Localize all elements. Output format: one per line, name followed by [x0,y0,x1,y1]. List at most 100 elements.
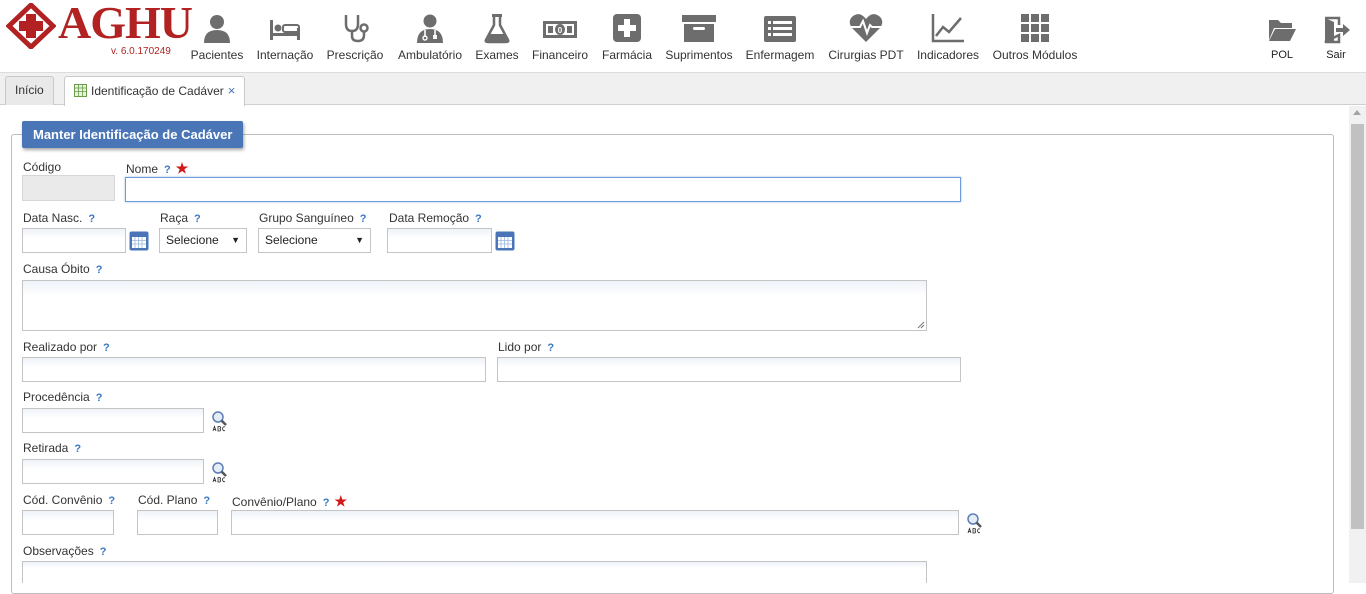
procedencia-label: Procedência? [23,390,103,404]
menu-indicadores[interactable]: Indicadores [914,12,982,68]
required-star-icon: ★ [334,493,348,509]
raca-select[interactable]: Selecione ▼ [159,228,247,253]
menu-label: Outros Módulos [992,48,1078,62]
help-icon[interactable]: ? [96,392,103,404]
menu-label: POL [1270,49,1293,61]
help-icon[interactable]: ? [164,164,171,176]
menu-label: Ambulatório [397,48,463,62]
hospital-cross-icon [6,3,56,49]
line-chart-icon [931,14,964,43]
observacoes-label: Observações? [23,544,107,558]
realizado-por-label: Realizado por? [23,340,110,354]
cod-plano-input[interactable] [137,510,218,535]
menu-sair[interactable]: Sair [1318,16,1354,72]
required-star-icon: ★ [175,160,189,176]
help-icon[interactable]: ? [360,213,367,225]
help-icon[interactable]: ? [475,213,482,225]
nome-label: Nome? ★ [126,160,189,176]
app-version: v. 6.0.170249 [111,46,171,57]
menu-label: Financeiro [531,48,589,62]
menu-internacao[interactable]: Internação [255,12,315,68]
cod-convenio-input[interactable] [22,510,114,535]
convenio-plano-input[interactable] [231,510,959,535]
menu-label: Internação [256,48,314,62]
procedencia-input[interactable] [22,408,204,433]
help-icon[interactable]: ? [96,264,103,276]
cod-plano-label: Cód. Plano? [138,493,211,507]
menu-pacientes[interactable]: Pacientes [188,12,246,68]
data-nasc-label: Data Nasc.? [23,211,96,225]
menu-pol[interactable]: POL [1262,16,1302,72]
dropdown-arrow-icon: ▼ [355,235,364,245]
scroll-thumb[interactable] [1351,124,1364,529]
resize-grip-icon[interactable] [917,321,925,329]
help-icon[interactable]: ? [103,342,110,354]
codigo-label: Código [23,160,62,174]
menu-exames[interactable]: Exames [474,12,520,68]
help-icon[interactable]: ? [88,213,95,225]
retirada-input[interactable] [22,459,204,484]
search-lookup-icon[interactable] [211,461,231,483]
menu-label: Prescrição [326,48,384,62]
menu-label: Enfermagem [745,48,815,62]
app-name: AGHU [58,0,193,48]
tab-identificacao-cadaver[interactable]: Identificação de Cadáver × [64,76,246,106]
help-icon[interactable]: ? [194,213,201,225]
user-icon [204,15,230,43]
data-nasc-input[interactable] [22,228,126,253]
bed-icon [270,20,300,40]
money-icon: 0 [543,21,577,38]
tab-label: Identificação de Cadáver [91,84,224,98]
help-icon[interactable]: ? [100,546,107,558]
calendar-icon[interactable] [129,231,149,251]
doctor-icon [417,14,443,43]
retirada-label: Retirada? [23,441,82,455]
help-icon[interactable]: ? [108,495,115,507]
menu-ambulatorio[interactable]: Ambulatório [396,12,464,68]
help-icon[interactable]: ? [323,497,330,509]
tab-strip: Início Identificação de Cadáver × [0,72,1366,106]
observacoes-textarea[interactable] [22,561,927,583]
grupo-sanguineo-select[interactable]: Selecione ▼ [258,228,371,253]
realizado-por-input[interactable] [22,357,486,382]
search-lookup-icon[interactable] [211,410,231,432]
top-navigation-bar: AGHU v. 6.0.170249 Pacientes Internação … [0,0,1366,72]
menu-enfermagem[interactable]: Enfermagem [744,12,816,68]
heartbeat-icon [849,14,883,42]
stethoscope-icon [344,15,369,43]
tab-inicio[interactable]: Início [5,76,54,105]
menu-outros-modulos[interactable]: Outros Módulos [990,12,1080,68]
help-icon[interactable]: ? [74,443,81,455]
aghu-logo[interactable]: AGHU v. 6.0.170249 [6,0,193,61]
vertical-scrollbar[interactable] [1349,106,1366,583]
form-title: Manter Identificação de Cadáver [22,121,244,148]
search-lookup-icon[interactable] [966,512,986,534]
causa-obito-label: Causa Óbito? [23,262,103,276]
help-icon[interactable]: ? [547,342,554,354]
menu-financeiro[interactable]: 0 Financeiro [530,12,590,68]
menu-label: Suprimentos [665,48,733,62]
close-tab-icon[interactable]: × [228,83,236,98]
codigo-input[interactable] [22,175,115,201]
menu-label: Farmácia [601,48,652,62]
calendar-icon[interactable] [495,231,515,251]
menu-label: Pacientes [190,48,244,62]
causa-obito-textarea[interactable] [22,280,927,331]
data-remocao-input[interactable] [387,228,492,253]
menu-suprimentos[interactable]: Suprimentos [663,12,735,68]
raca-label: Raça? [160,211,201,225]
spreadsheet-icon [74,84,87,98]
dropdown-arrow-icon: ▼ [231,235,240,245]
lido-por-input[interactable] [497,357,961,382]
menu-prescricao[interactable]: Prescrição [325,12,385,68]
grupo-sanguineo-label: Grupo Sanguíneo? [259,211,367,225]
menu-cirurgias-pdt[interactable]: Cirurgias PDT [826,12,906,68]
nome-input[interactable] [125,177,961,202]
sign-out-icon [1324,16,1350,44]
flask-icon [484,14,510,44]
menu-farmacia[interactable]: Farmácia [600,12,654,68]
help-icon[interactable]: ? [203,495,210,507]
scroll-up-arrow-icon[interactable] [1353,110,1361,115]
list-icon [764,16,796,42]
menu-label: Indicadores [916,48,980,62]
